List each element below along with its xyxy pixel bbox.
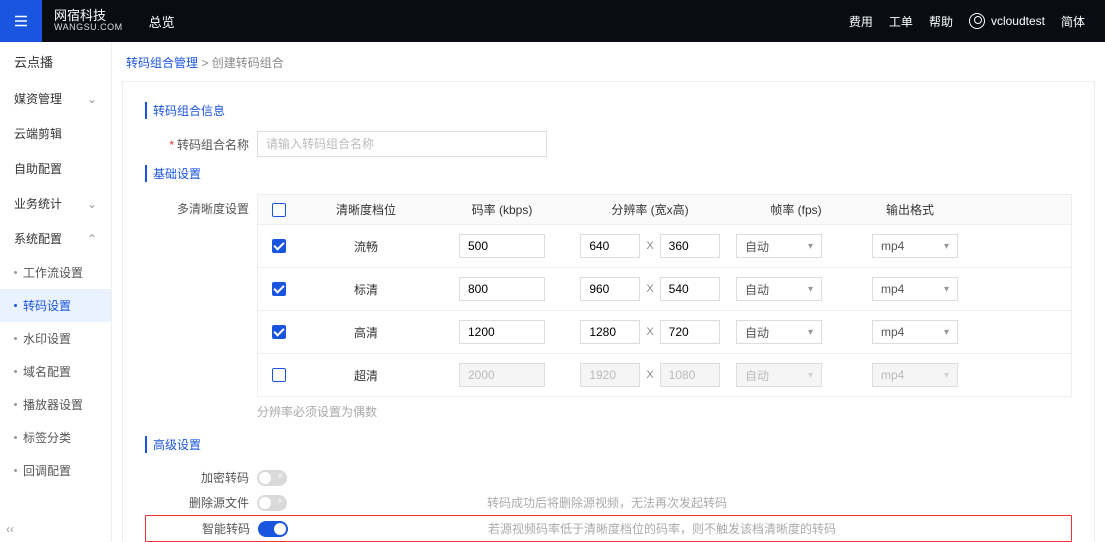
row-name: 高清 bbox=[300, 318, 432, 347]
chevron-down-icon: ▾ bbox=[808, 327, 813, 338]
col-fmt: 输出格式 bbox=[864, 195, 956, 224]
row-checkbox[interactable] bbox=[272, 282, 286, 296]
sidebar-sub-domain[interactable]: 域名配置 bbox=[0, 355, 111, 388]
smart-desc: 若源视频码率低于清晰度档位的码率，则不触发该档清晰度的转码 bbox=[488, 520, 836, 537]
encrypt-label: 加密转码 bbox=[145, 469, 257, 486]
resolution-label: 多清晰度设置 bbox=[145, 194, 257, 217]
format-select[interactable]: mp4▾ bbox=[872, 320, 958, 344]
col-name: 清晰度档位 bbox=[300, 195, 432, 224]
encrypt-toggle[interactable]: × bbox=[257, 470, 287, 486]
chevron-down-icon: ▾ bbox=[808, 370, 813, 381]
row-checkbox[interactable] bbox=[272, 239, 286, 253]
format-select: mp4▾ bbox=[872, 363, 958, 387]
name-label: *转码组合名称 bbox=[145, 136, 257, 153]
lang-switch[interactable]: 简体 bbox=[1061, 13, 1085, 30]
delete-toggle[interactable]: × bbox=[257, 495, 287, 511]
sidebar-item-media[interactable]: 媒资管理⌄ bbox=[0, 81, 111, 116]
sidebar-collapse-button[interactable]: ‹‹ bbox=[6, 522, 14, 536]
smart-label: 智能转码 bbox=[146, 520, 258, 537]
section-basic: 基础设置 bbox=[145, 165, 1072, 182]
chevron-down-icon: ▾ bbox=[944, 370, 949, 381]
row-name: 流畅 bbox=[300, 232, 432, 261]
fps-select[interactable]: 自动▾ bbox=[736, 277, 822, 301]
top-link-fee[interactable]: 费用 bbox=[849, 13, 873, 30]
table-row: 超清X自动▾mp4▾ bbox=[257, 354, 1072, 397]
width-input[interactable] bbox=[580, 320, 640, 344]
top-link-help[interactable]: 帮助 bbox=[929, 13, 953, 30]
resolution-hint: 分辨率必须设置为偶数 bbox=[257, 397, 1072, 420]
rate-input[interactable] bbox=[459, 277, 545, 301]
rate-input[interactable] bbox=[459, 234, 545, 258]
height-input bbox=[660, 363, 720, 387]
main-menu-button[interactable] bbox=[0, 0, 42, 42]
table-row: 标清X自动▾mp4▾ bbox=[257, 268, 1072, 311]
width-input[interactable] bbox=[580, 277, 640, 301]
width-input bbox=[580, 363, 640, 387]
rate-input bbox=[459, 363, 545, 387]
width-input[interactable] bbox=[580, 234, 640, 258]
table-row: 流畅X自动▾mp4▾ bbox=[257, 225, 1072, 268]
delete-label: 删除源文件 bbox=[145, 494, 257, 511]
chevron-down-icon: ⌄ bbox=[87, 92, 97, 106]
chevron-up-icon: ⌃ bbox=[87, 232, 97, 246]
sidebar-item-cloudcut[interactable]: 云端剪辑 bbox=[0, 116, 111, 151]
row-checkbox[interactable] bbox=[272, 325, 286, 339]
section-advanced: 高级设置 bbox=[145, 436, 1072, 453]
section-info: 转码组合信息 bbox=[145, 102, 1072, 119]
chevron-down-icon: ▾ bbox=[808, 241, 813, 252]
user-menu[interactable]: vcloudtest bbox=[969, 13, 1045, 29]
sidebar-sub-player[interactable]: 播放器设置 bbox=[0, 388, 111, 421]
product-title: 云点播 bbox=[0, 42, 111, 81]
breadcrumb: 转码组合管理 > 创建转码组合 bbox=[122, 50, 1095, 81]
checkbox-all[interactable] bbox=[272, 203, 286, 217]
rate-input[interactable] bbox=[459, 320, 545, 344]
row-name: 标清 bbox=[300, 275, 432, 304]
fps-select[interactable]: 自动▾ bbox=[736, 320, 822, 344]
sidebar-sub-workflow[interactable]: 工作流设置 bbox=[0, 256, 111, 289]
chevron-down-icon: ▾ bbox=[944, 284, 949, 295]
format-select[interactable]: mp4▾ bbox=[872, 234, 958, 258]
row-name: 超清 bbox=[300, 361, 432, 390]
row-checkbox[interactable] bbox=[272, 368, 286, 382]
fps-select[interactable]: 自动▾ bbox=[736, 234, 822, 258]
overview-link[interactable]: 总览 bbox=[135, 12, 175, 31]
sidebar-sub-callback[interactable]: 回调配置 bbox=[0, 454, 111, 487]
smart-toggle[interactable] bbox=[258, 521, 288, 537]
user-icon bbox=[969, 13, 985, 29]
breadcrumb-parent[interactable]: 转码组合管理 bbox=[126, 56, 198, 70]
chevron-down-icon: ▾ bbox=[808, 284, 813, 295]
sidebar-item-stats[interactable]: 业务统计⌄ bbox=[0, 186, 111, 221]
fps-select: 自动▾ bbox=[736, 363, 822, 387]
delete-desc: 转码成功后将删除源视频，无法再次发起转码 bbox=[487, 494, 727, 511]
col-rate: 码率 (kbps) bbox=[432, 195, 572, 224]
table-row: 高清X自动▾mp4▾ bbox=[257, 311, 1072, 354]
sidebar-sub-tags[interactable]: 标签分类 bbox=[0, 421, 111, 454]
sidebar-sub-transcode[interactable]: 转码设置 bbox=[0, 289, 111, 322]
chevron-down-icon: ▾ bbox=[944, 241, 949, 252]
format-select[interactable]: mp4▾ bbox=[872, 277, 958, 301]
col-res: 分辨率 (宽x高) bbox=[572, 195, 728, 224]
height-input[interactable] bbox=[660, 234, 720, 258]
chevron-down-icon: ▾ bbox=[944, 327, 949, 338]
chevron-down-icon: ⌄ bbox=[87, 197, 97, 211]
logo: 网宿科技 WANGSU.COM bbox=[42, 9, 135, 33]
col-fps: 帧率 (fps) bbox=[728, 195, 864, 224]
sidebar-item-selfconfig[interactable]: 自助配置 bbox=[0, 151, 111, 186]
sidebar-sub-watermark[interactable]: 水印设置 bbox=[0, 322, 111, 355]
top-link-ticket[interactable]: 工单 bbox=[889, 13, 913, 30]
sidebar-item-sysconfig[interactable]: 系统配置⌃ bbox=[0, 221, 111, 256]
height-input[interactable] bbox=[660, 277, 720, 301]
name-input[interactable] bbox=[257, 131, 547, 157]
height-input[interactable] bbox=[660, 320, 720, 344]
